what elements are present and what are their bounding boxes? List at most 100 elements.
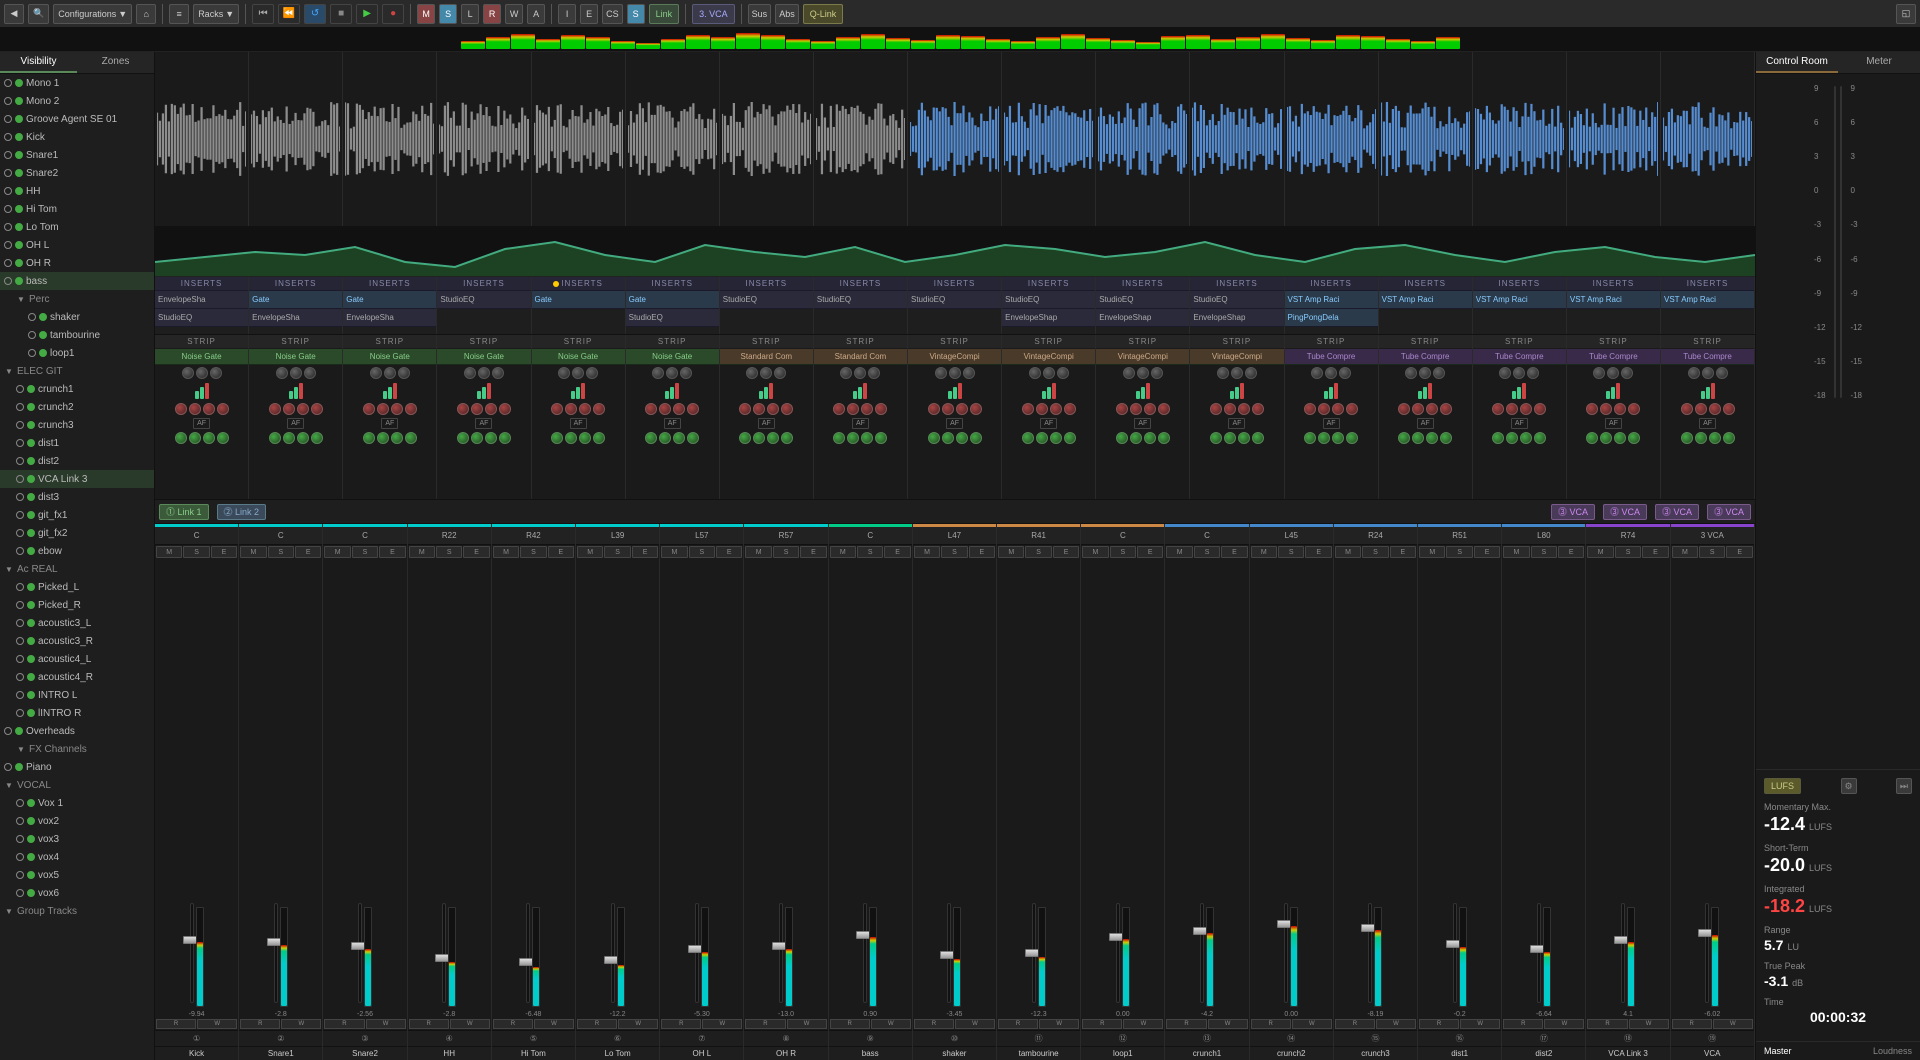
sidebar-item-36[interactable]: Overheads [0,722,154,740]
knob-green-0-3[interactable] [217,432,229,444]
insert-slot-12-0[interactable]: VST Amp Raci [1285,291,1378,309]
mode-cs-btn[interactable]: CS [602,4,623,24]
knob-green-14-2[interactable] [1520,432,1532,444]
fader-track-4[interactable] [526,903,530,1003]
knob-red-1-0[interactable] [269,403,281,415]
sidebar-item-42[interactable]: vox3 [0,830,154,848]
knob-red-11-1[interactable] [1224,403,1236,415]
insert-slot-4-0[interactable]: Gate [532,291,625,309]
knob-red-12-2[interactable] [1332,403,1344,415]
knob-green-5-1[interactable] [659,432,671,444]
mode-l-btn[interactable]: L [461,4,479,24]
knob-4-0[interactable] [558,367,570,379]
sidebar-item-17[interactable]: crunch1 [0,380,154,398]
knob-red-9-2[interactable] [1050,403,1062,415]
knob-0-0[interactable] [182,367,194,379]
toolbar-search-btn[interactable]: 🔍 [28,4,49,24]
knob-green-15-2[interactable] [1614,432,1626,444]
knob-red-15-0[interactable] [1586,403,1598,415]
knob-red-0-0[interactable] [175,403,187,415]
rw-w-btn-11[interactable]: W [1123,1019,1163,1029]
insert-slot-1-1[interactable]: EnvelopeSha [249,309,342,327]
knob-8-2[interactable] [963,367,975,379]
knob-red-10-3[interactable] [1158,403,1170,415]
knob-red-9-0[interactable] [1022,403,1034,415]
knob-green-16-1[interactable] [1695,432,1707,444]
knob-green-1-2[interactable] [297,432,309,444]
rw-r-btn-14[interactable]: R [1335,1019,1375,1029]
sidebar-item-28[interactable]: Picked_L [0,578,154,596]
knob-14-1[interactable] [1513,367,1525,379]
mse-e-btn-18[interactable]: E [1726,546,1752,558]
knob-green-8-0[interactable] [928,432,940,444]
fader-track-3[interactable] [442,903,446,1003]
knob-16-1[interactable] [1702,367,1714,379]
rw-r-btn-8[interactable]: R [830,1019,870,1029]
strip-af-btn-9[interactable]: AF [1040,418,1057,429]
vca-badge-3[interactable]: ⓷ VCA [1655,504,1699,520]
sidebar-item-31[interactable]: acoustic3_R [0,632,154,650]
rw-r-btn-2[interactable]: R [324,1019,364,1029]
strip-af-btn-10[interactable]: AF [1134,418,1151,429]
sidebar-item-46[interactable]: ▼Group Tracks [0,902,154,920]
transport-prev-btn[interactable]: ⏪ [278,4,300,24]
mse-e-btn-9[interactable]: E [969,546,995,558]
knob-red-8-1[interactable] [942,403,954,415]
knob-green-4-3[interactable] [593,432,605,444]
strip-af-btn-3[interactable]: AF [475,418,492,429]
knob-red-3-0[interactable] [457,403,469,415]
knob-green-13-1[interactable] [1412,432,1424,444]
knob-green-16-3[interactable] [1723,432,1735,444]
sidebar-item-12[interactable]: ▼Perc [0,290,154,308]
mse-m-btn-13[interactable]: M [1251,546,1277,558]
mse-e-btn-10[interactable]: E [1053,546,1079,558]
qlink-btn[interactable]: Q-Link [803,4,844,24]
mse-e-btn-5[interactable]: E [632,546,658,558]
knob-red-3-1[interactable] [471,403,483,415]
knob-14-2[interactable] [1527,367,1539,379]
knob-red-2-1[interactable] [377,403,389,415]
rw-w-btn-15[interactable]: W [1460,1019,1500,1029]
knob-6-0[interactable] [746,367,758,379]
strip-plugin-15[interactable]: Tube Compre [1567,349,1660,365]
knob-red-4-1[interactable] [565,403,577,415]
rw-w-btn-8[interactable]: W [871,1019,911,1029]
link2-badge[interactable]: ⓶ Link 2 [217,504,267,520]
sidebar-item-8[interactable]: Lo Tom [0,218,154,236]
knob-green-16-0[interactable] [1681,432,1693,444]
rw-w-btn-0[interactable]: W [197,1019,237,1029]
mode-a-btn[interactable]: A [527,4,545,24]
knob-green-13-0[interactable] [1398,432,1410,444]
knob-10-1[interactable] [1137,367,1149,379]
fader-track-10[interactable] [1032,903,1036,1003]
mse-e-btn-16[interactable]: E [1558,546,1584,558]
rw-w-btn-4[interactable]: W [534,1019,574,1029]
strip-af-btn-6[interactable]: AF [758,418,775,429]
knob-red-2-3[interactable] [405,403,417,415]
strip-af-btn-16[interactable]: AF [1699,418,1716,429]
mse-s-btn-8[interactable]: S [857,546,883,558]
sidebar-item-7[interactable]: Hi Tom [0,200,154,218]
transport-stop-btn[interactable]: ■ [330,4,352,24]
rw-w-btn-14[interactable]: W [1376,1019,1416,1029]
sidebar-item-1[interactable]: Mono 2 [0,92,154,110]
knob-red-0-3[interactable] [217,403,229,415]
knob-green-2-3[interactable] [405,432,417,444]
insert-slot-11-1[interactable]: EnvelopeShap [1190,309,1283,327]
right-tab-control-room[interactable]: Control Room [1756,52,1838,73]
knob-green-12-2[interactable] [1332,432,1344,444]
knob-green-10-2[interactable] [1144,432,1156,444]
strip-af-btn-7[interactable]: AF [852,418,869,429]
insert-slot-1-0[interactable]: Gate [249,291,342,309]
knob-red-15-1[interactable] [1600,403,1612,415]
knob-green-0-0[interactable] [175,432,187,444]
insert-slot-0-1[interactable]: StudioEQ [155,309,248,327]
mse-s-btn-1[interactable]: S [268,546,294,558]
mse-s-btn-18[interactable]: S [1699,546,1725,558]
knob-12-2[interactable] [1339,367,1351,379]
strip-af-btn-15[interactable]: AF [1605,418,1622,429]
mse-s-btn-3[interactable]: S [436,546,462,558]
knob-1-0[interactable] [276,367,288,379]
sidebar-item-35[interactable]: lINTRO R [0,704,154,722]
knob-green-10-1[interactable] [1130,432,1142,444]
